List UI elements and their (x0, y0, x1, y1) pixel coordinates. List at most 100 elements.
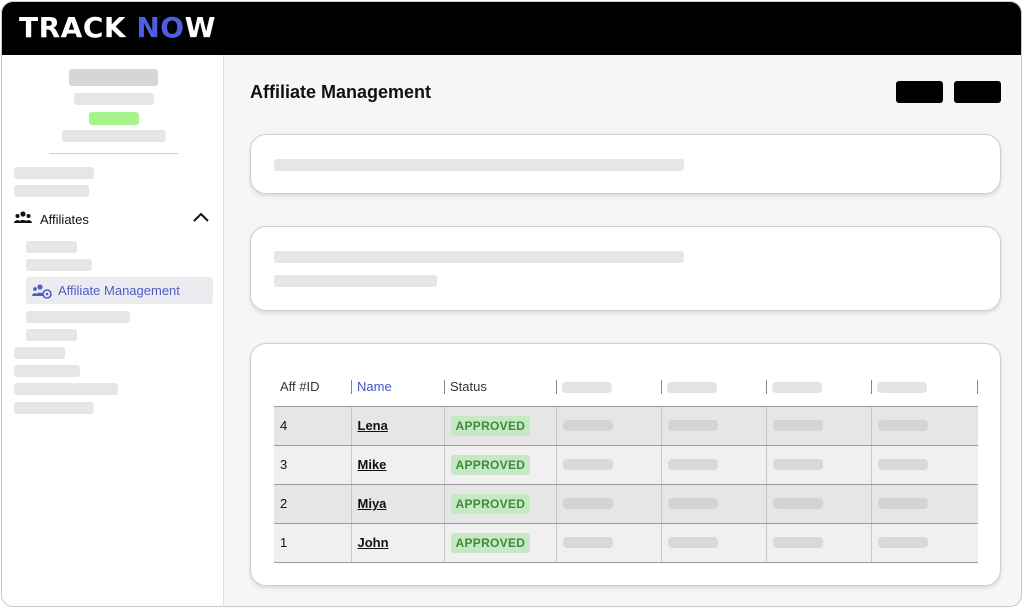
header-action-button[interactable] (954, 81, 1001, 103)
cell-name: Miya (350, 484, 444, 524)
cell-status: APPROVED (443, 484, 556, 524)
column-separator (661, 380, 662, 394)
column-separator (871, 380, 872, 394)
cell-text-placeholder (667, 420, 718, 431)
column-header-status[interactable]: Status (444, 368, 556, 406)
column-header-placeholder[interactable] (556, 368, 661, 406)
logo-accent: NO (136, 11, 185, 44)
cell-text-placeholder (772, 537, 823, 548)
cell-name: John (350, 523, 444, 563)
cell-placeholder (870, 523, 978, 563)
header-text-placeholder (667, 382, 717, 394)
sidebar-divider (49, 153, 178, 154)
column-separator (766, 380, 767, 394)
cell-placeholder (660, 405, 766, 446)
profile-name-placeholder (69, 69, 158, 86)
chevron-up-icon[interactable] (192, 210, 210, 228)
header-action-button[interactable] (896, 81, 943, 103)
cell-text-placeholder (772, 459, 823, 470)
cell-placeholder (555, 445, 661, 485)
cell-status: APPROVED (443, 445, 556, 485)
sidebar-subitem-placeholder[interactable] (26, 259, 92, 271)
affiliate-name-link[interactable]: Miya (358, 496, 387, 511)
sidebar-item-affiliate-management[interactable]: Affiliate Management (26, 277, 213, 304)
sidebar-subitem-placeholder[interactable] (26, 329, 77, 341)
cell-text-placeholder (667, 498, 718, 509)
affiliates-table-card: Aff #ID Name Status 4 Lena APPROVED 3 Mi… (250, 343, 1001, 586)
cell-text-placeholder (877, 420, 928, 431)
cell-id: 3 (274, 445, 351, 485)
header-text-placeholder (562, 382, 612, 394)
cell-placeholder (870, 405, 978, 446)
sidebar-item-placeholder[interactable] (14, 402, 94, 414)
sidebar-item-placeholder[interactable] (14, 365, 80, 377)
app-window: TRACK NOW Affiliates Affiliate Managemen… (1, 1, 1022, 607)
table-row[interactable]: 2 Miya APPROVED (274, 484, 978, 524)
status-badge: APPROVED (450, 454, 531, 475)
sidebar-subitem-placeholder[interactable] (26, 241, 77, 253)
sidebar-item-label: Affiliate Management (58, 283, 180, 298)
table-row[interactable]: 1 John APPROVED (274, 523, 978, 563)
cell-id: 2 (274, 484, 351, 524)
logo: TRACK NOW (19, 11, 216, 45)
column-header-id[interactable]: Aff #ID (274, 368, 351, 406)
cell-status: APPROVED (443, 523, 556, 563)
table-row[interactable]: 4 Lena APPROVED (274, 405, 978, 446)
profile-role-placeholder (74, 93, 154, 105)
filter-card (250, 226, 1001, 311)
cell-placeholder (660, 445, 766, 485)
card-text-placeholder (274, 275, 437, 287)
main-content: Affiliate Management Aff #ID Name Status… (225, 55, 1021, 606)
cell-text-placeholder (562, 537, 613, 548)
column-header-name[interactable]: Name (351, 368, 444, 406)
cell-text-placeholder (877, 537, 928, 548)
cell-text-placeholder (877, 459, 928, 470)
cell-placeholder (555, 484, 661, 524)
cell-text-placeholder (562, 420, 613, 431)
logo-main: TRACK (19, 11, 137, 44)
cell-placeholder (870, 445, 978, 485)
users-group-icon (14, 210, 32, 229)
cell-placeholder (660, 523, 766, 563)
column-header-placeholder[interactable] (661, 368, 766, 406)
column-separator (977, 380, 978, 394)
cell-id: 1 (274, 523, 351, 563)
cell-text-placeholder (562, 459, 613, 470)
logo-tail: W (184, 11, 216, 44)
header-text-placeholder (772, 382, 822, 394)
cell-text-placeholder (772, 498, 823, 509)
cell-placeholder (555, 405, 661, 446)
column-header-placeholder[interactable] (871, 368, 978, 406)
summary-card (250, 134, 1001, 194)
cell-placeholder (765, 405, 871, 446)
affiliate-name-link[interactable]: John (358, 535, 389, 550)
status-badge: APPROVED (450, 493, 531, 514)
sidebar-subitem-placeholder[interactable] (26, 311, 130, 323)
profile-email-placeholder (62, 130, 166, 142)
affiliate-name-link[interactable]: Lena (358, 418, 388, 433)
status-badge: APPROVED (450, 415, 531, 436)
sidebar-item-placeholder[interactable] (14, 383, 118, 395)
column-header-placeholder[interactable] (766, 368, 871, 406)
sidebar-item-placeholder[interactable] (14, 167, 94, 179)
cell-placeholder (765, 484, 871, 524)
sidebar-group-label: Affiliates (40, 211, 89, 227)
affiliates-table: Aff #ID Name Status 4 Lena APPROVED 3 Mi… (274, 368, 978, 563)
cell-placeholder (765, 445, 871, 485)
column-separator (351, 380, 352, 394)
cell-placeholder (660, 484, 766, 524)
column-separator (556, 380, 557, 394)
status-badge: APPROVED (450, 532, 531, 553)
cell-text-placeholder (772, 420, 823, 431)
sidebar-item-placeholder[interactable] (14, 347, 65, 359)
cell-name: Mike (350, 445, 444, 485)
page-title: Affiliate Management (250, 82, 432, 102)
sidebar-group-affiliates[interactable]: Affiliates (14, 206, 214, 232)
cell-text-placeholder (877, 498, 928, 509)
cell-placeholder (870, 484, 978, 524)
sidebar-item-placeholder[interactable] (14, 185, 89, 197)
users-gear-icon (32, 283, 52, 299)
profile-status-placeholder (89, 112, 139, 125)
affiliate-name-link[interactable]: Mike (358, 457, 387, 472)
table-row[interactable]: 3 Mike APPROVED (274, 445, 978, 485)
